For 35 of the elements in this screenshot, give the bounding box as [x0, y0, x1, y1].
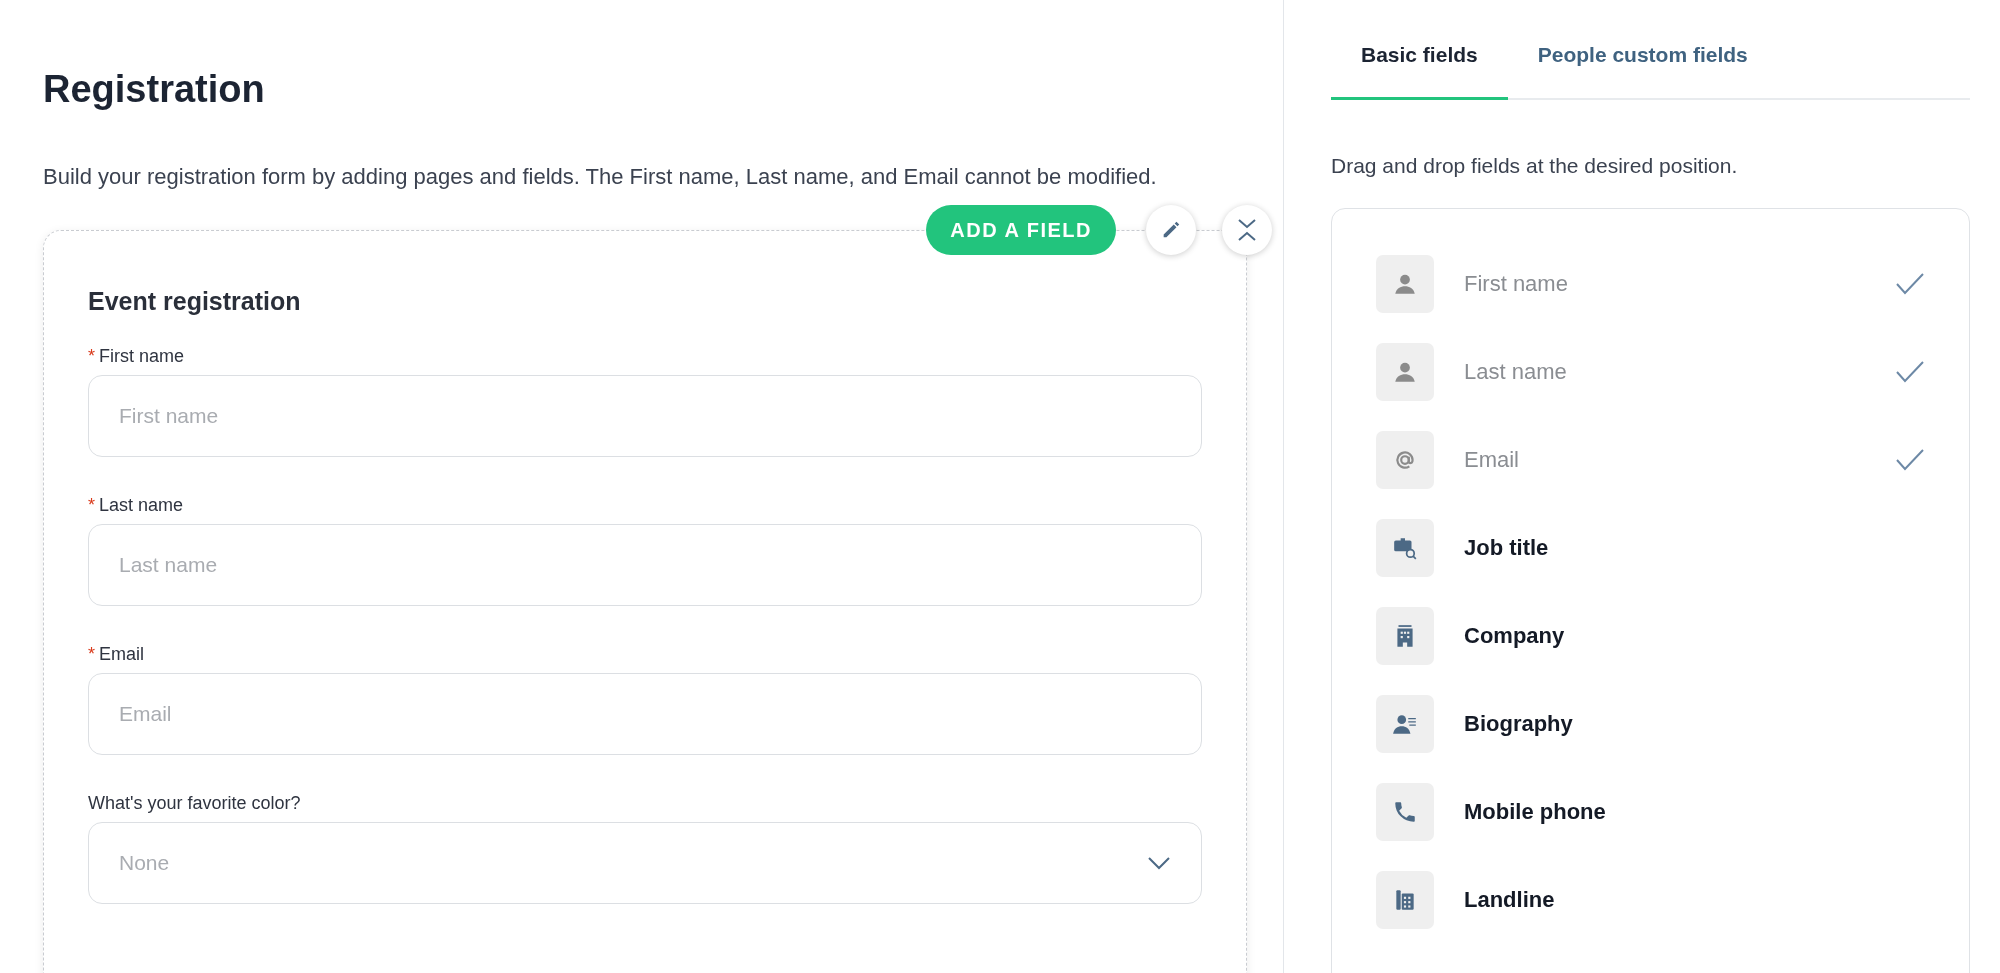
field-type-tile[interactable] — [1376, 519, 1434, 577]
field-type-tile[interactable] — [1376, 607, 1434, 665]
checkmark-icon — [1895, 360, 1925, 384]
checkmark-icon — [1895, 272, 1925, 296]
page-description: Build your registration form by adding pages and fields. The First name, Last name, and Email cannot be modified. — [43, 163, 1158, 191]
field-type-label[interactable]: Company — [1464, 623, 1925, 649]
page-title: Registration — [43, 68, 266, 111]
panel-tab[interactable]: Basic fields — [1331, 43, 1508, 100]
field-label: What's your favorite color? — [88, 793, 301, 814]
text-input[interactable]: Last name — [88, 524, 1202, 606]
field-type-tile[interactable] — [1376, 343, 1434, 401]
field-label: * Email — [88, 644, 145, 665]
checkmark-icon — [1895, 448, 1925, 472]
field-type-tile[interactable] — [1376, 783, 1434, 841]
text-input[interactable]: Email — [88, 673, 1202, 755]
field-label: * Last name — [88, 495, 184, 516]
field-type-tile[interactable] — [1376, 871, 1434, 929]
field-type-label[interactable]: Job title — [1464, 535, 1925, 561]
field-type-label[interactable]: Biography — [1464, 711, 1925, 737]
field-type-label[interactable]: Landline — [1464, 887, 1925, 913]
text-input[interactable]: First name — [88, 375, 1202, 457]
collapse-icon — [1236, 217, 1258, 243]
phone-icon — [1392, 799, 1418, 825]
field-type-tile[interactable] — [1376, 695, 1434, 753]
form-title: Event registration — [88, 287, 302, 316]
chevron-down-icon — [1147, 856, 1171, 870]
collapse-button[interactable] — [1222, 205, 1272, 255]
field-label: * First name — [88, 346, 185, 367]
panel-hint: Drag and drop fields at the desired position. — [1331, 154, 1739, 178]
card-search-icon — [1392, 535, 1418, 561]
field-type-tile[interactable] — [1376, 255, 1434, 313]
field-type-label[interactable]: Mobile phone — [1464, 799, 1925, 825]
edit-button[interactable] — [1146, 205, 1196, 255]
field-type-tile[interactable] — [1376, 431, 1434, 489]
panel-tab[interactable]: People custom fields — [1507, 43, 1778, 100]
